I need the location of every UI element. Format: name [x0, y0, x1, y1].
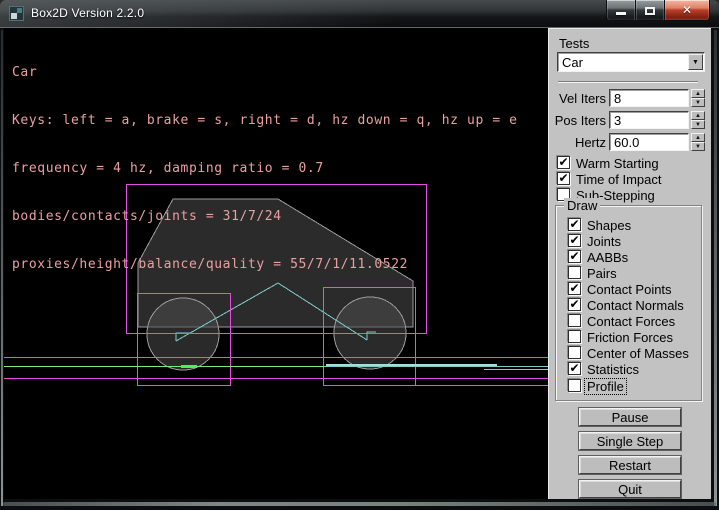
checkbox-label: Joints	[587, 234, 621, 249]
checkbox-label: Contact Normals	[587, 298, 684, 313]
minimize-button[interactable]	[606, 0, 636, 21]
checkbox-label: Shapes	[587, 218, 631, 233]
app-icon	[9, 6, 24, 21]
quit-button[interactable]: Quit	[579, 480, 681, 498]
checkbox-box[interactable]	[568, 330, 581, 343]
stats-line-title: Car	[12, 65, 518, 81]
checkbox-label: Pairs	[587, 266, 617, 281]
tests-dropdown-value: Car	[562, 55, 583, 70]
checkbox-label: Profile	[585, 379, 626, 394]
checkbox-pairs[interactable]: Pairs	[568, 266, 698, 280]
checkbox-box[interactable]: ✔	[568, 362, 581, 375]
arrow-up-icon: ▲	[695, 113, 701, 119]
app-icon-pixel	[17, 8, 22, 13]
pos-iters-row: Pos Iters 3 ▲ ▼	[549, 111, 712, 129]
pos-iters-down-button[interactable]: ▼	[691, 120, 705, 129]
arrow-up-icon: ▲	[695, 91, 701, 97]
close-icon: ✕	[682, 4, 692, 16]
hertz-input[interactable]: 60.0	[609, 133, 689, 151]
checkbox-contact-normals[interactable]: ✔ Contact Normals	[568, 298, 698, 312]
checkbox-label: Center of Masses	[587, 346, 689, 361]
checkbox-box[interactable]: ✔	[568, 234, 581, 247]
checkbox-label: AABBs	[587, 250, 628, 265]
checkbox-box[interactable]: ✔	[557, 172, 570, 185]
checkbox-box[interactable]: ✔	[568, 298, 581, 311]
hertz-label: Hertz	[549, 135, 606, 150]
separator	[558, 81, 698, 83]
checkbox-contact-forces[interactable]: Contact Forces	[568, 314, 698, 328]
caption-buttons: ✕	[606, 0, 710, 21]
checkbox-label: Warm Starting	[576, 156, 659, 171]
checkbox-box[interactable]: ✔	[568, 218, 581, 231]
vel-iters-spinner: ▲ ▼	[691, 89, 705, 107]
pos-iters-up-button[interactable]: ▲	[691, 111, 705, 120]
app-icon-pixel	[11, 13, 17, 19]
checkbox-box[interactable]	[568, 266, 581, 279]
titlebar[interactable]: Box2D Version 2.2.0 ✕	[0, 0, 719, 28]
window-frame-bottom	[3, 502, 716, 506]
checkbox-box[interactable]	[568, 314, 581, 327]
checkbox-box[interactable]: ✔	[568, 250, 581, 263]
hertz-down-button[interactable]: ▼	[691, 142, 705, 151]
checkbox-box[interactable]: ✔	[568, 282, 581, 295]
maximize-icon	[645, 7, 655, 15]
single-step-button[interactable]: Single Step	[579, 432, 681, 450]
pos-iters-label: Pos Iters	[549, 113, 606, 128]
checkbox-label: Statistics	[587, 362, 639, 377]
checkbox-shapes[interactable]: ✔ Shapes	[568, 218, 698, 232]
pause-button[interactable]: Pause	[579, 408, 681, 426]
stats-line-keys: Keys: left = a, brake = s, right = d, hz…	[12, 113, 518, 129]
checkbox-label: Contact Points	[587, 282, 672, 297]
arrow-up-icon: ▲	[695, 135, 701, 141]
minimize-icon	[616, 12, 626, 15]
arrow-down-icon: ▼	[695, 144, 701, 150]
tests-dropdown[interactable]: Car ▼	[557, 52, 705, 72]
vel-iters-input[interactable]: 8	[609, 89, 689, 107]
maximize-button[interactable]	[636, 0, 664, 21]
checkbox-box[interactable]	[568, 379, 581, 392]
chevron-down-icon: ▼	[692, 59, 699, 66]
hertz-row: Hertz 60.0 ▲ ▼	[549, 133, 712, 151]
stats-overlay: Car Keys: left = a, brake = s, right = d…	[12, 33, 518, 305]
vel-iters-row: Vel Iters 8 ▲ ▼	[549, 89, 712, 107]
restart-button[interactable]: Restart	[579, 456, 681, 474]
draw-groupbox: Draw ✔ Shapes ✔ Joints ✔ AABBs Pairs ✔ C…	[555, 205, 702, 401]
app-window: Box2D Version 2.2.0 ✕	[0, 0, 719, 510]
checkbox-profile[interactable]: Profile	[568, 379, 698, 393]
tests-label: Tests	[559, 36, 589, 51]
checkbox-label: Contact Forces	[587, 314, 675, 329]
arrow-down-icon: ▼	[695, 122, 701, 128]
tests-dropdown-button[interactable]: ▼	[688, 54, 703, 70]
checkbox-label: Friction Forces	[587, 330, 673, 345]
arrow-down-icon: ▼	[695, 100, 701, 106]
window-title: Box2D Version 2.2.0	[31, 6, 144, 20]
checkbox-joints[interactable]: ✔ Joints	[568, 234, 698, 248]
checkbox-label: Time of Impact	[576, 172, 661, 187]
pos-iters-spinner: ▲ ▼	[691, 111, 705, 129]
hertz-spinner: ▲ ▼	[691, 133, 705, 151]
stats-line-frequency: frequency = 4 hz, damping ratio = 0.7	[12, 161, 518, 177]
vel-iters-label: Vel Iters	[549, 91, 606, 106]
checkbox-center-of-masses[interactable]: Center of Masses	[568, 346, 698, 360]
checkbox-box[interactable]	[568, 346, 581, 359]
stats-line-counts: bodies/contacts/joints = 31/7/24	[12, 209, 518, 225]
pos-iters-input[interactable]: 3	[609, 111, 689, 129]
window-frame-right	[714, 30, 717, 506]
checkbox-statistics[interactable]: ✔ Statistics	[568, 362, 698, 376]
close-button[interactable]: ✕	[664, 0, 710, 21]
vel-iters-up-button[interactable]: ▲	[691, 89, 705, 98]
checkbox-aabbs[interactable]: ✔ AABBs	[568, 250, 698, 264]
checkbox-friction-forces[interactable]: Friction Forces	[568, 330, 698, 344]
checkbox-box[interactable]: ✔	[557, 156, 570, 169]
control-panel: Tests Car ▼ Vel Iters 8 ▲ ▼ Pos Iters 3 …	[548, 28, 711, 499]
window-frame-left	[1, 30, 3, 506]
hertz-up-button[interactable]: ▲	[691, 133, 705, 142]
vel-iters-down-button[interactable]: ▼	[691, 98, 705, 107]
stats-line-proxies: proxies/height/balance/quality = 55/7/1/…	[12, 257, 518, 273]
simulation-canvas[interactable]: Car Keys: left = a, brake = s, right = d…	[4, 28, 548, 499]
draw-groupbox-title: Draw	[564, 198, 600, 213]
checkbox-contact-points[interactable]: ✔ Contact Points	[568, 282, 698, 296]
